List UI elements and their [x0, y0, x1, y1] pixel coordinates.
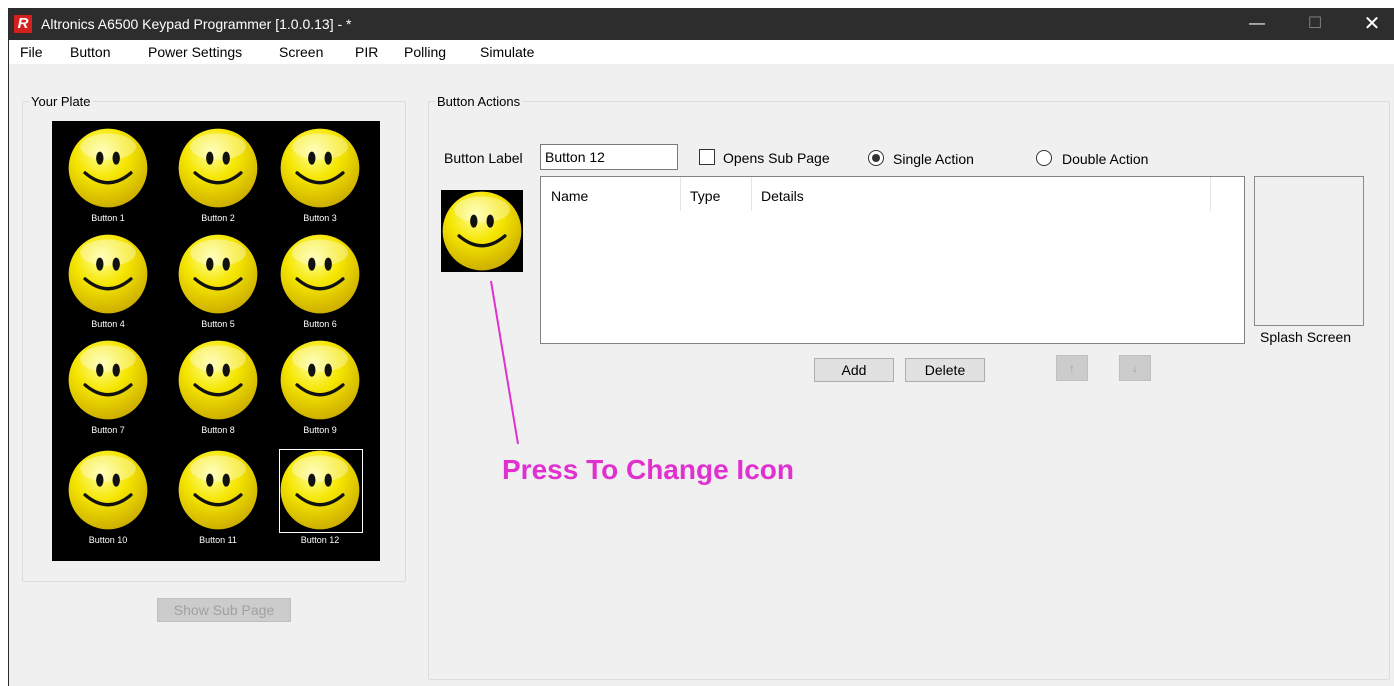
app-window: R Altronics A6500 Keypad Programmer [1.0… [8, 8, 1394, 686]
annotation-pointer-line [490, 280, 519, 445]
annotation-label: Press To Change Icon [502, 454, 794, 485]
